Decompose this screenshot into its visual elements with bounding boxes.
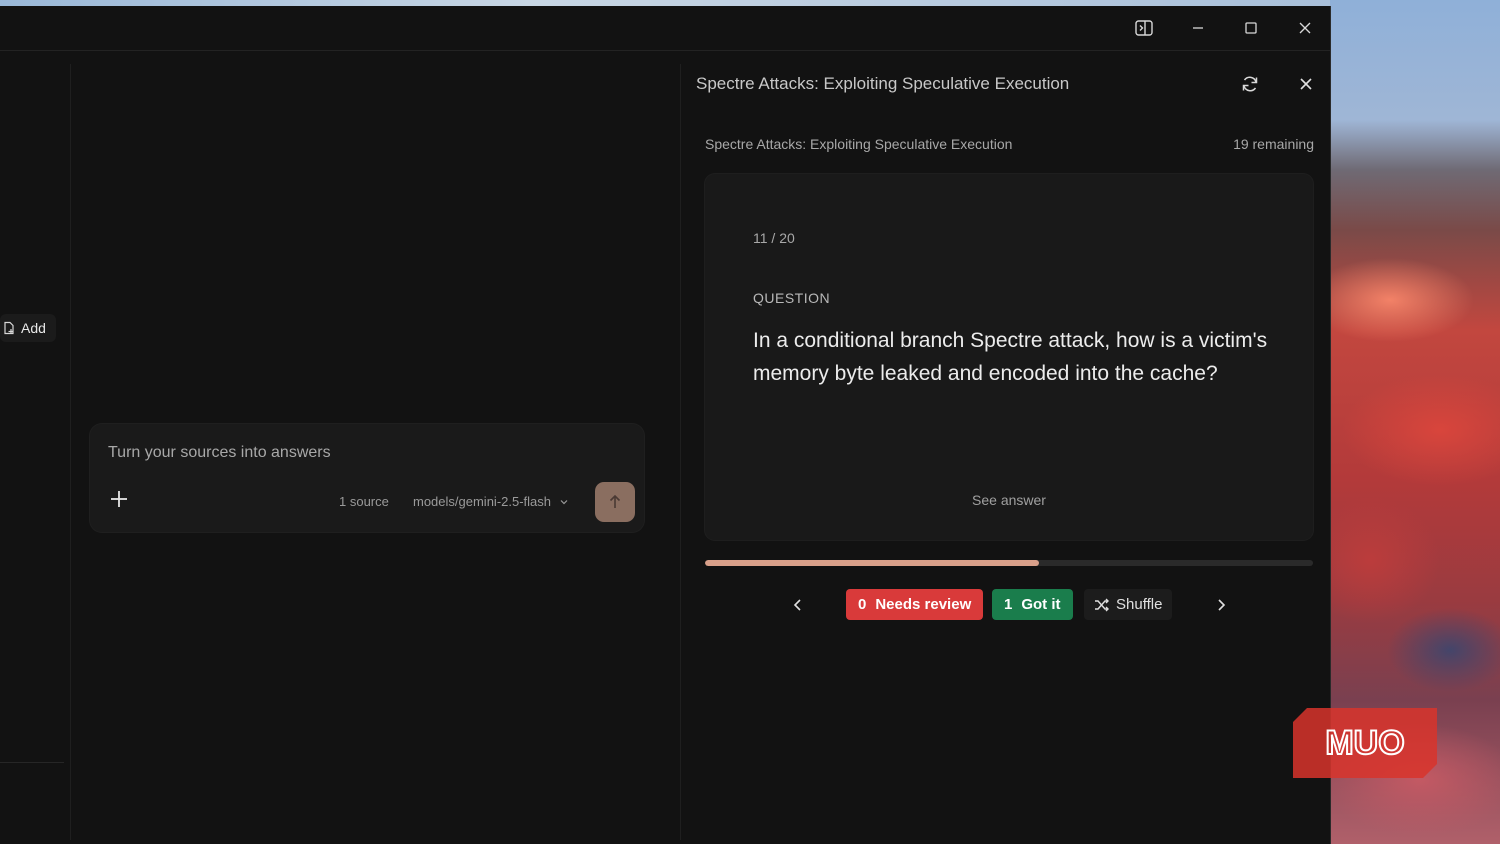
attach-button[interactable] [106,486,132,512]
window-close-button[interactable] [1285,13,1325,43]
arrow-up-icon [609,494,621,508]
card-question: In a conditional branch Spectre attack, … [753,329,1268,385]
remaining-count: 19 remaining [1233,136,1314,152]
chat-composer: Turn your sources into answers 1 source … [90,424,644,532]
shuffle-button[interactable]: Shuffle [1084,589,1173,620]
panel-close-button[interactable] [1294,72,1318,96]
close-icon [1299,22,1311,34]
flashcard[interactable]: 11 / 20 QUESTION In a conditional branch… [705,174,1313,540]
sources-sidebar: Add [0,64,71,840]
sidebar-toggle-icon [1135,20,1153,36]
app-window: Add Turn your sources into answers 1 sou… [0,6,1331,844]
needs-review-label: Needs review [875,596,972,613]
model-select-value: models/gemini-2.5-flash [413,494,552,509]
panel-title: Spectre Attacks: Exploiting Speculative … [696,74,1070,93]
next-card-button[interactable] [1208,592,1234,618]
needs-review-button[interactable]: 0 Needs review [846,589,984,620]
got-it-button[interactable]: 1 Got it [992,589,1073,620]
close-icon [1300,78,1312,90]
flashcards-panel: Spectre Attacks: Exploiting Speculative … [682,64,1330,840]
muo-watermark-logo: MUO [1293,708,1437,778]
got-it-count: 1 [1004,596,1013,613]
previous-card-button[interactable] [785,592,811,618]
needs-review-count: 0 [858,596,867,613]
add-document-icon [4,321,14,335]
deck-title: Spectre Attacks: Exploiting Speculative … [705,136,1013,152]
chat-panel: Turn your sources into answers 1 source … [72,64,681,840]
plus-icon [111,491,127,507]
watermark-text: MUO [1325,724,1404,762]
sidebar-toggle-button[interactable] [1124,13,1164,43]
sidebar-divider [0,762,64,763]
chat-input[interactable]: Turn your sources into answers [108,444,331,462]
chevron-down-icon [560,499,568,504]
chevron-left-icon [793,599,801,611]
shuffle-label: Shuffle [1116,596,1163,613]
refresh-icon [1242,76,1258,92]
send-button[interactable] [595,482,635,522]
got-it-label: Got it [1021,596,1061,613]
minimize-button[interactable] [1178,13,1218,43]
card-counter: 11 / 20 [753,230,795,246]
see-answer-button[interactable]: See answer [705,492,1313,508]
chevron-right-icon [1218,599,1226,611]
card-controls: 0 Needs review 1 Got it Shuffle [682,588,1330,622]
title-bar [0,6,1330,51]
maximize-button[interactable] [1231,13,1271,43]
refresh-button[interactable] [1238,72,1262,96]
progress-bar [705,560,1313,566]
source-count[interactable]: 1 source [339,494,389,509]
card-label: QUESTION [753,290,831,306]
maximize-icon [1245,22,1257,34]
add-source-button[interactable]: Add [0,314,56,342]
shuffle-icon [1095,598,1109,611]
progress-fill [705,560,1040,566]
minimize-icon [1193,27,1203,29]
model-select[interactable]: models/gemini-2.5-flash [413,494,569,509]
add-source-label: Add [21,320,46,336]
